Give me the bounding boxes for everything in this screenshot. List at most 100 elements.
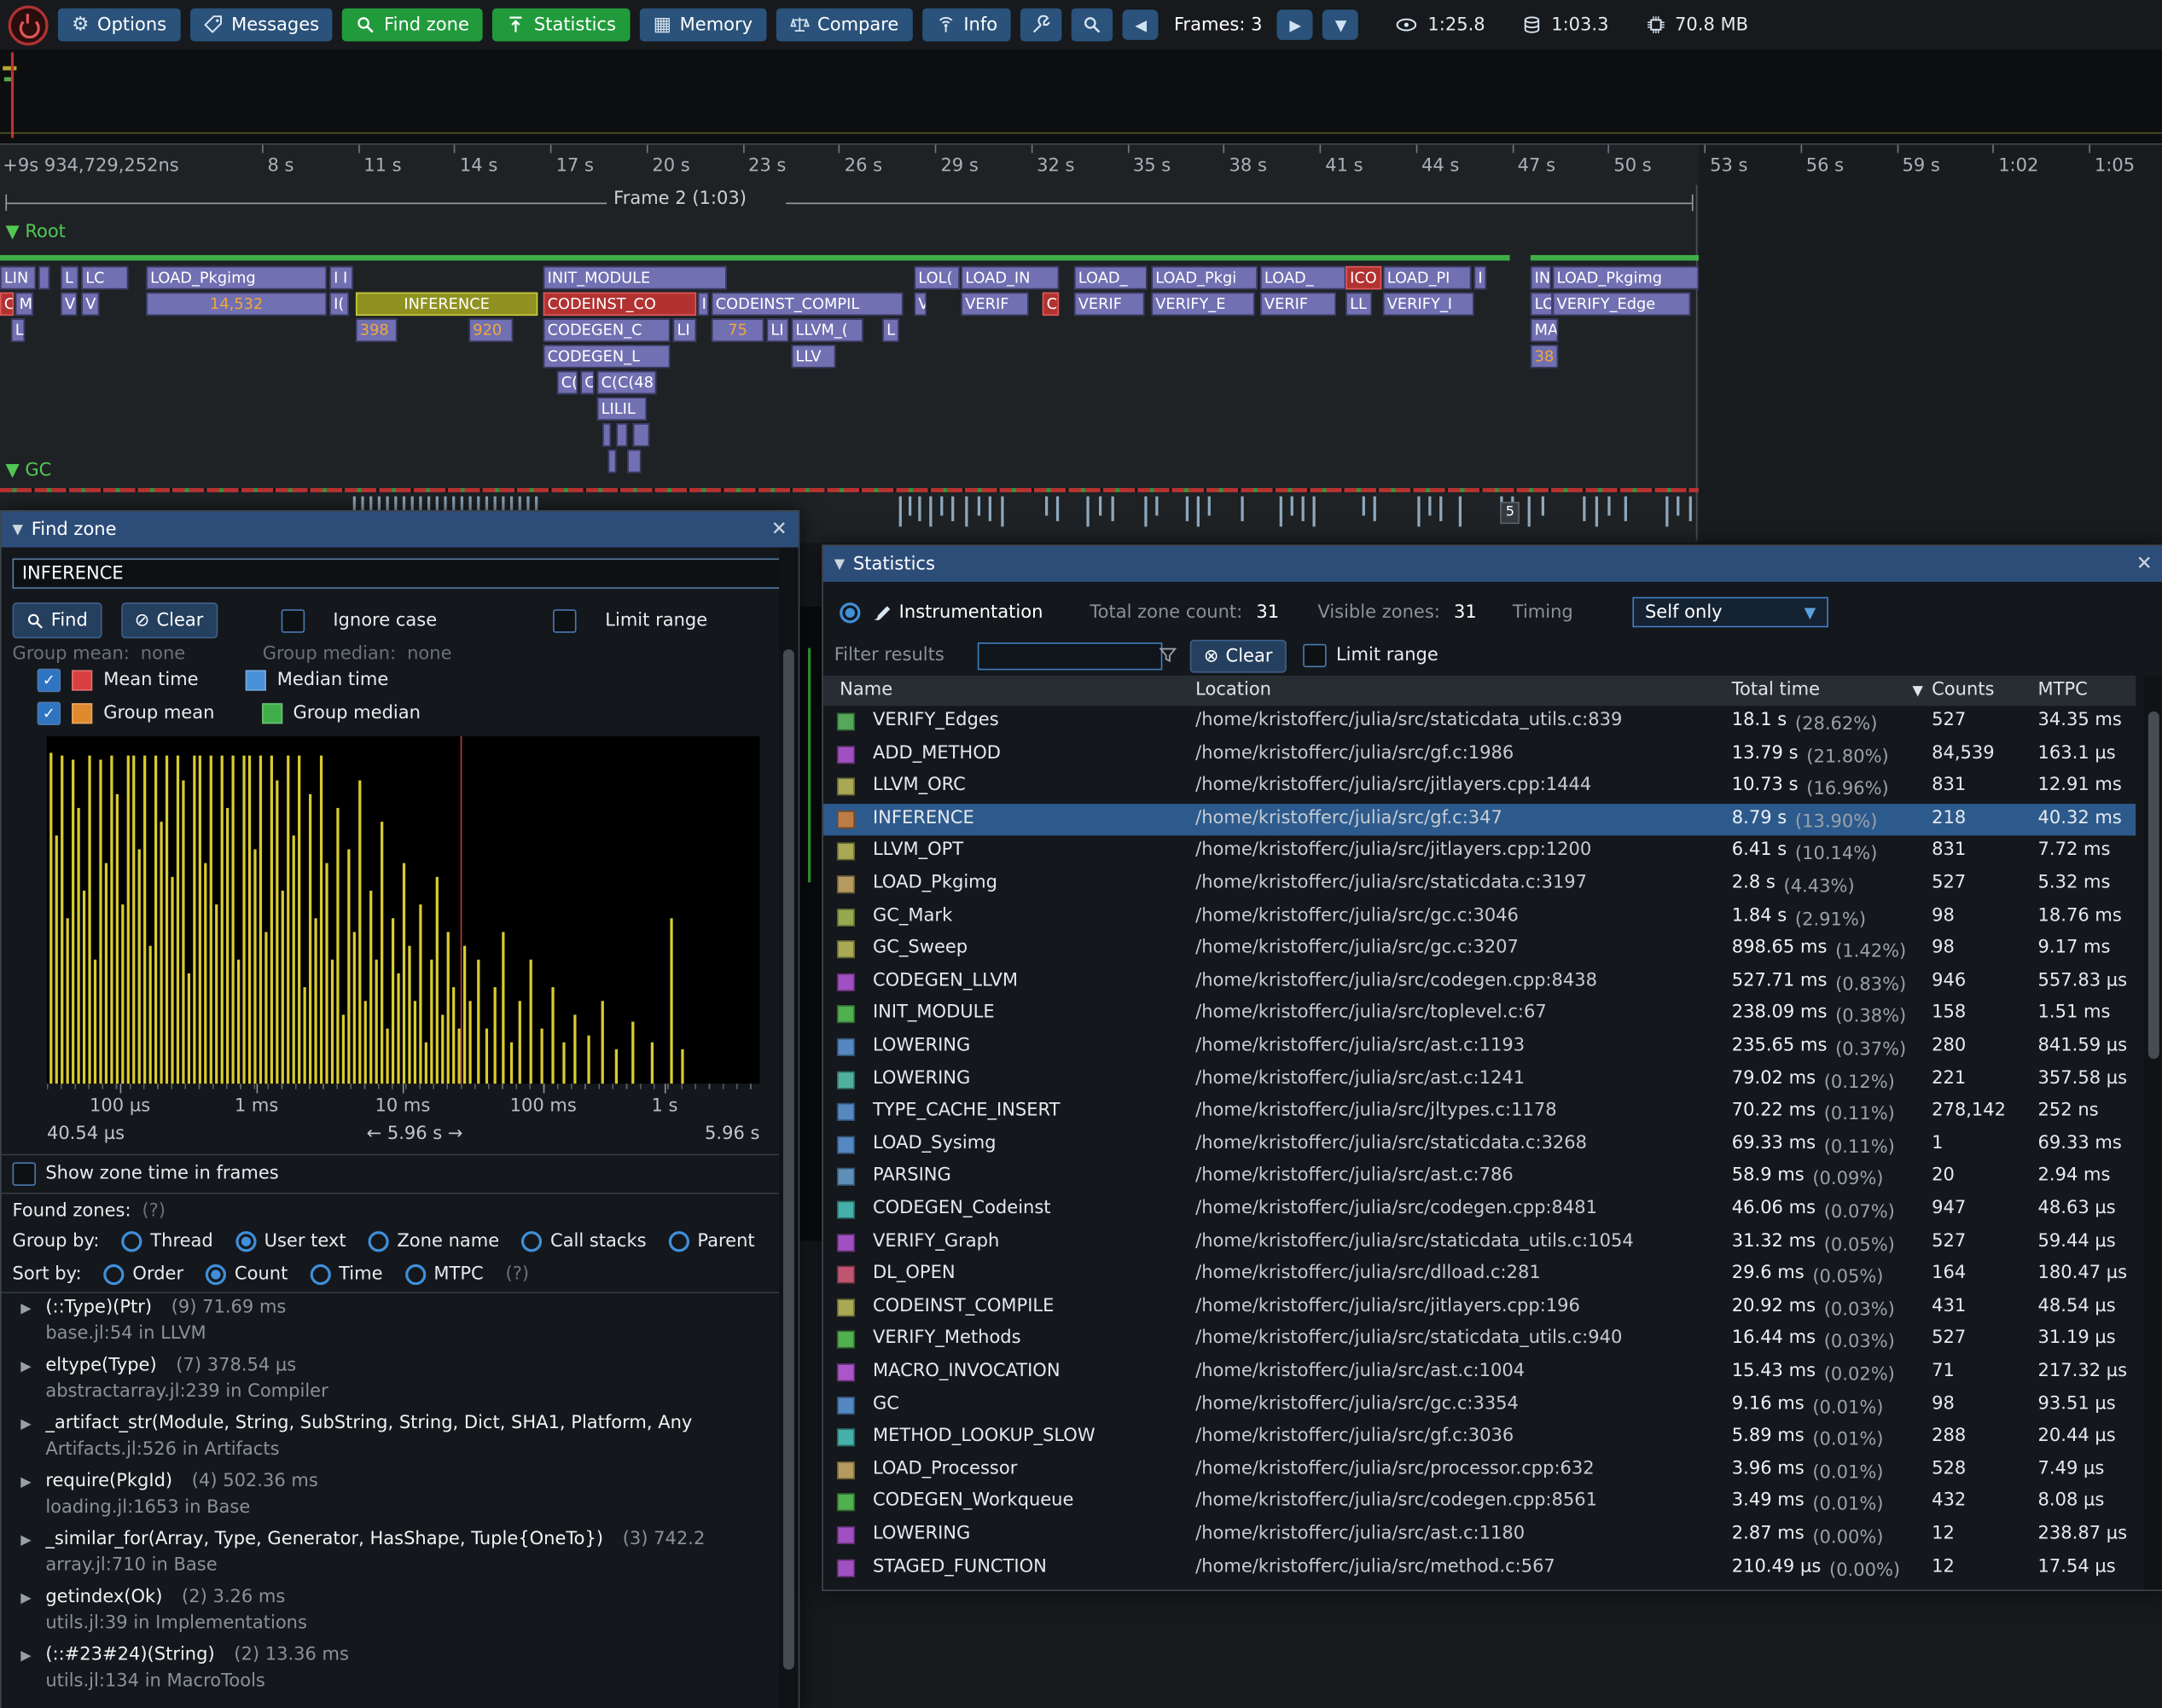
expand-icon[interactable]: ▶ <box>20 1359 31 1374</box>
timeline-zone[interactable]: L <box>61 266 78 289</box>
radio-icon[interactable] <box>206 1264 226 1285</box>
table-row[interactable]: TYPE_CACHE_INSERT/home/kristofferc/julia… <box>823 1096 2136 1128</box>
timeline-zone[interactable]: I( <box>329 293 349 316</box>
radio-option[interactable]: Parent <box>668 1231 754 1252</box>
table-row[interactable]: CODEINST_COMPILE/home/kristofferc/julia/… <box>823 1292 2136 1323</box>
radio-icon[interactable] <box>521 1231 542 1252</box>
timeline-zone[interactable]: LL <box>1345 293 1372 316</box>
timeline-zone[interactable]: LOAD_Pkgimg <box>1553 266 1699 289</box>
expand-icon[interactable]: ▶ <box>20 1591 31 1606</box>
collapse-icon[interactable]: ▼ <box>834 556 845 572</box>
radio-option[interactable]: User text <box>235 1231 346 1252</box>
close-icon[interactable]: ✕ <box>2136 553 2153 575</box>
table-row[interactable]: GC/home/kristofferc/julia/src/gc.c:33549… <box>823 1389 2136 1420</box>
statistics-scrollbar-thumb[interactable] <box>2148 712 2159 1059</box>
list-item[interactable]: ▶_similar_for(Array, Type, Generator, Ha… <box>2 1529 779 1587</box>
timeline-zone[interactable]: LOAD_ <box>1074 266 1148 289</box>
radio-icon[interactable] <box>235 1231 256 1252</box>
timeline-zone[interactable]: L <box>11 318 25 341</box>
clear-filter-button[interactable]: ⊗Clear <box>1190 640 1287 673</box>
timeline-zone[interactable]: VERIF <box>1074 293 1144 316</box>
table-row[interactable]: CODEGEN_LLVM/home/kristofferc/julia/src/… <box>823 967 2136 998</box>
timeline-zone[interactable]: LOL( <box>914 266 959 289</box>
radio-option[interactable]: MTPC <box>404 1264 483 1285</box>
funnel-icon[interactable] <box>1158 645 1177 665</box>
clear-button[interactable]: ⊘Clear <box>121 602 218 638</box>
timeline-zone[interactable]: CODEINST_CO <box>543 293 696 316</box>
range-span[interactable]: ← 5.96 s → <box>125 1124 705 1144</box>
timeline-zone[interactable] <box>616 423 627 446</box>
column-mtpc[interactable]: MTPC <box>2038 680 2088 700</box>
timing-select[interactable]: Self only ▼ <box>1632 597 1828 628</box>
table-row[interactable]: LOAD_Sysimg/home/kristofferc/julia/src/s… <box>823 1129 2136 1160</box>
expand-icon[interactable]: ▶ <box>20 1302 31 1317</box>
legend-checkbox[interactable]: ✓ <box>38 702 61 725</box>
find-button[interactable]: Find <box>13 602 102 638</box>
radio-icon[interactable] <box>310 1264 330 1285</box>
timeline-zone[interactable]: M <box>15 293 33 316</box>
find-zone-scrollbar-thumb[interactable] <box>783 649 794 1670</box>
list-item[interactable]: ▶require(PkgId)(4) 502.36 msloading.jl:1… <box>2 1471 779 1529</box>
column-location[interactable]: Location <box>1195 680 1271 700</box>
radio-icon[interactable] <box>404 1264 425 1285</box>
power-button[interactable] <box>9 5 49 45</box>
column-total-time[interactable]: Total time <box>1732 680 1820 700</box>
timeline-zone[interactable]: INIT_MODULE <box>543 266 727 289</box>
timeline-zone[interactable] <box>602 423 611 446</box>
timeline-zone[interactable]: VERIF <box>1260 293 1336 316</box>
legend-checkbox[interactable]: ✓ <box>38 669 61 692</box>
table-row[interactable]: INIT_MODULE/home/kristofferc/julia/src/t… <box>823 999 2136 1031</box>
timeline-zone[interactable]: IN <box>1531 266 1551 289</box>
table-row[interactable]: GC_Mark/home/kristofferc/julia/src/gc.c:… <box>823 901 2136 932</box>
messages-button[interactable]: Messages <box>190 9 334 42</box>
root-thread-header[interactable]: ▼ Root <box>5 222 65 242</box>
table-row[interactable]: VERIFY_Edges/home/kristofferc/julia/src/… <box>823 706 2136 737</box>
timeline-zone[interactable]: LOAD_PI <box>1383 266 1471 289</box>
timeline-zone[interactable]: LLV <box>792 345 836 368</box>
table-row[interactable]: LOAD_Processor/home/kristofferc/julia/sr… <box>823 1455 2136 1486</box>
timeline-zone[interactable]: LOAD_ <box>1260 266 1345 289</box>
table-row[interactable]: METHOD_LOOKUP_SLOW/home/kristofferc/juli… <box>823 1421 2136 1453</box>
frame-label[interactable]: Frame 2 (1:03) <box>613 189 747 209</box>
timeline-zone[interactable]: CODEGEN_C <box>543 318 671 341</box>
timeline-zone[interactable]: 38 <box>1531 345 1558 368</box>
prev-frame-button[interactable]: ◀ <box>1123 9 1159 40</box>
timeline-zone[interactable]: CODEINST_COMPIL <box>712 293 904 316</box>
timeline-zone[interactable]: LIN L <box>0 266 36 289</box>
table-row[interactable]: CODEGEN_Workqueue/home/kristofferc/julia… <box>823 1487 2136 1519</box>
timeline-zone[interactable]: I I <box>329 266 352 289</box>
compare-button[interactable]: Compare <box>776 9 913 42</box>
column-name[interactable]: Name <box>840 680 892 700</box>
list-item[interactable]: ▶getindex(Ok)(2) 3.26 msutils.jl:39 in I… <box>2 1587 779 1645</box>
frame-overview-strip[interactable] <box>0 49 2162 145</box>
tools-button[interactable] <box>1021 9 1062 42</box>
table-row[interactable]: DL_OPEN/home/kristofferc/julia/src/dlloa… <box>823 1259 2136 1291</box>
stats-limit-range-checkbox[interactable] <box>1303 644 1326 667</box>
timeline-zone[interactable]: VERIF <box>961 293 1028 316</box>
table-row[interactable]: LOAD_Pkgimg/home/kristofferc/julia/src/s… <box>823 869 2136 900</box>
table-row[interactable]: STAGED_FUNCTION/home/kristofferc/julia/s… <box>823 1552 2136 1583</box>
radio-icon[interactable] <box>668 1231 689 1252</box>
expand-icon[interactable]: ▶ <box>20 1475 31 1490</box>
timeline-zone[interactable]: VERIFY_E <box>1151 293 1254 316</box>
collapse-icon[interactable]: ▼ <box>13 522 23 537</box>
list-item[interactable]: ▶(::#23#24)(String)(2) 13.36 msutils.jl:… <box>2 1645 779 1703</box>
close-icon[interactable]: ✕ <box>771 519 788 541</box>
timeline-zone[interactable]: I <box>698 293 709 316</box>
time-ruler[interactable]: +9s 934,729,252ns 8 s11 s14 s17 s20 s23 … <box>0 143 2162 183</box>
column-counts[interactable]: Counts <box>1932 680 1994 700</box>
statistics-button[interactable]: Statistics <box>492 9 630 42</box>
list-item[interactable]: ▶eltype(Type)(7) 378.54 µsabstractarray.… <box>2 1356 779 1414</box>
timeline-zone[interactable]: CODEGEN_L <box>543 345 671 368</box>
timeline-zone[interactable]: V <box>81 293 99 316</box>
memory-button[interactable]: ▦Memory <box>639 9 766 42</box>
ignore-case-checkbox[interactable] <box>281 608 304 631</box>
next-frame-button[interactable]: ▶ <box>1277 9 1313 40</box>
table-row[interactable]: VERIFY_Graph/home/kristofferc/julia/src/… <box>823 1227 2136 1258</box>
table-row[interactable]: PARSING/home/kristofferc/julia/src/ast.c… <box>823 1161 2136 1193</box>
gc-header[interactable]: ▼ GC <box>5 461 51 481</box>
zoom-button[interactable] <box>1072 9 1113 42</box>
radio-icon[interactable] <box>103 1264 124 1285</box>
expand-icon[interactable]: ▶ <box>20 1417 31 1432</box>
table-row[interactable]: LOWERING/home/kristofferc/julia/src/ast.… <box>823 1519 2136 1551</box>
